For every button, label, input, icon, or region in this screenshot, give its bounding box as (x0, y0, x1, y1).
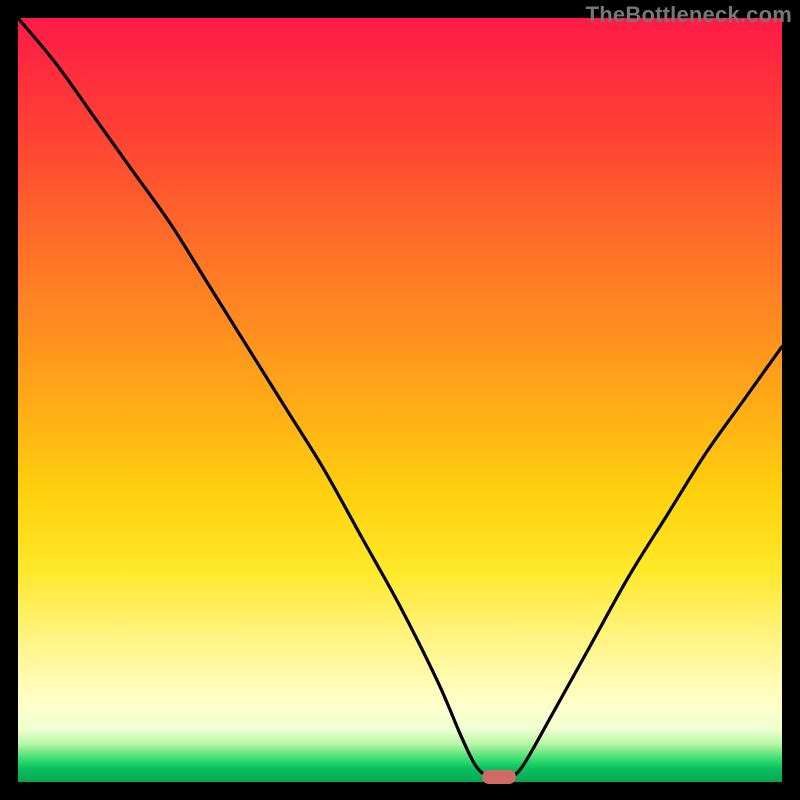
watermark-text: TheBottleneck.com (586, 2, 792, 28)
bottleneck-curve (18, 18, 782, 782)
optimal-marker (482, 770, 516, 784)
plot-area (18, 18, 782, 782)
chart-frame: TheBottleneck.com (0, 0, 800, 800)
